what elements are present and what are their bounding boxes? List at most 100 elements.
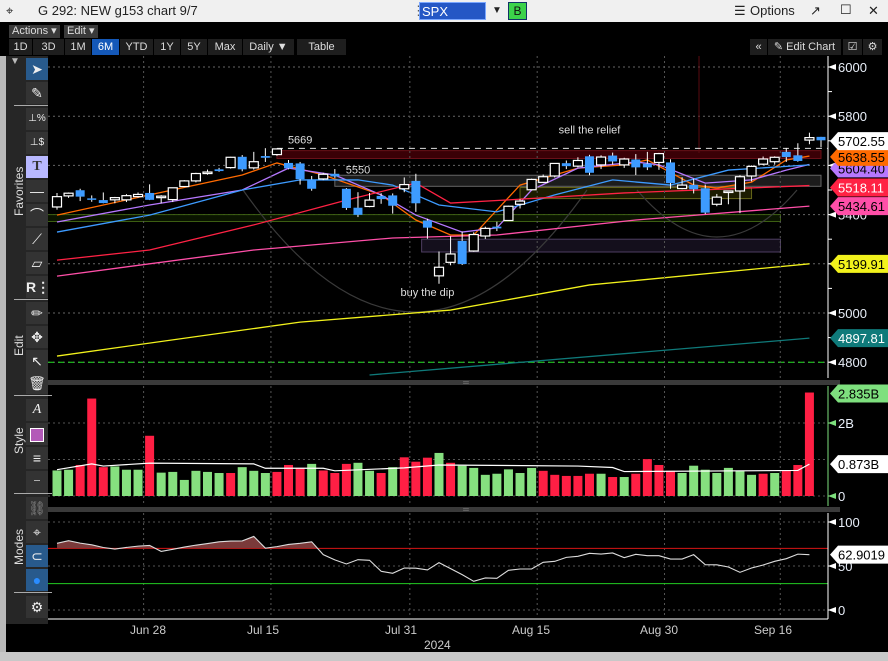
x-label: Sep 16 xyxy=(754,623,793,637)
annotation-label: sell the relief xyxy=(559,124,622,136)
candle-down xyxy=(411,180,421,204)
candle-up xyxy=(179,180,190,188)
candle-up xyxy=(202,171,213,175)
volume-bar xyxy=(538,470,548,496)
volume-bar xyxy=(619,477,629,496)
volume-bar xyxy=(747,474,757,496)
candle-down xyxy=(75,190,85,197)
splitter-handle-icon: ═ xyxy=(462,378,469,387)
volume-bar xyxy=(353,462,363,496)
candle-down xyxy=(307,179,317,189)
axis-label: 2B xyxy=(838,416,854,431)
annotation-label: buy the dip xyxy=(401,287,455,299)
volume-bar xyxy=(156,472,166,496)
volume-bar xyxy=(434,452,444,496)
candle-up xyxy=(653,152,665,164)
year-label: 2024 xyxy=(424,638,451,652)
volume-bar xyxy=(237,467,247,496)
candle-up xyxy=(248,161,259,169)
chart-canvas[interactable]: ═ ═ 5669 5550 sell the relief buy the dip 6000… xyxy=(0,0,888,652)
candle-up xyxy=(51,196,63,208)
rsi-line xyxy=(56,535,810,582)
axis-label: 0 xyxy=(838,489,845,504)
ma-yellow-label: 5199.91 xyxy=(838,257,885,272)
volume-bar xyxy=(457,465,467,496)
volume-bar xyxy=(631,473,641,496)
candle-down xyxy=(584,156,594,173)
candle-down xyxy=(492,226,502,229)
candle-up xyxy=(190,172,202,182)
candle-down xyxy=(793,155,803,161)
volume-bar xyxy=(75,464,85,496)
volume-bar xyxy=(133,469,143,496)
volume-bar xyxy=(365,470,375,496)
candle-up xyxy=(503,205,514,222)
candle-down xyxy=(642,163,652,168)
candle-up xyxy=(468,233,479,252)
candle-up xyxy=(445,253,456,263)
candle-down xyxy=(330,173,340,177)
candle-down xyxy=(284,162,294,169)
candle-up xyxy=(63,192,74,197)
volume-bar xyxy=(226,473,236,496)
candle-up xyxy=(271,148,283,156)
volume-bar xyxy=(666,470,676,496)
volume-bar xyxy=(480,474,490,496)
candle-down xyxy=(666,162,676,184)
volume-bar xyxy=(793,464,803,496)
x-label: Aug 30 xyxy=(640,623,679,637)
x-label: Jul 31 xyxy=(385,623,418,637)
volume-bar xyxy=(214,473,224,496)
candle-up xyxy=(156,195,167,199)
candle-down xyxy=(608,155,618,162)
panel-splitter xyxy=(48,507,840,512)
volume-bar xyxy=(446,462,456,496)
axis-label: 5000 xyxy=(838,306,867,321)
volume-bar xyxy=(422,457,432,496)
candle-down xyxy=(561,163,571,167)
volume-bar xyxy=(376,473,386,496)
volume-bar xyxy=(295,467,305,496)
candle-up xyxy=(109,197,120,201)
volume-bar xyxy=(284,464,294,496)
x-label: Jul 15 xyxy=(247,623,280,637)
volume-bar xyxy=(492,473,502,496)
bottom-strip xyxy=(0,652,888,661)
axis-label: 0 xyxy=(838,603,845,618)
axis-label: 5800 xyxy=(838,109,867,124)
candle-down xyxy=(145,192,155,200)
volume-bar xyxy=(584,473,594,496)
candle-down xyxy=(295,163,305,180)
volume-bar xyxy=(399,457,409,496)
candle-down xyxy=(353,207,363,215)
volume-bar xyxy=(168,471,178,496)
rsi-overbought-fill xyxy=(57,536,318,549)
volume-bar xyxy=(52,470,62,496)
volume-bar xyxy=(64,469,74,496)
candle-up xyxy=(746,165,757,177)
panel-splitter xyxy=(48,380,840,385)
candle-down xyxy=(237,156,247,170)
candle-up xyxy=(619,158,630,166)
candle-up xyxy=(121,195,132,201)
volume-bar xyxy=(110,466,120,496)
x-label: Aug 15 xyxy=(512,623,551,637)
candle-up xyxy=(723,190,734,194)
candle-down xyxy=(781,151,791,158)
axis-label: 6000 xyxy=(838,60,867,75)
ma-orange-label: 5638.55 xyxy=(838,150,885,165)
volume-last-label: 2.835B xyxy=(838,387,879,402)
volume-bar xyxy=(770,473,780,496)
candle-up xyxy=(769,156,780,163)
ma-teal-label: 4897.81 xyxy=(838,331,885,346)
candle-up xyxy=(711,196,722,205)
volume-bar xyxy=(469,467,479,496)
axis-label: 100 xyxy=(838,515,860,530)
volume-bar xyxy=(341,463,351,496)
volume-bar xyxy=(608,477,618,496)
volume-bar xyxy=(330,473,340,496)
volume-bar xyxy=(550,474,560,496)
candle-down xyxy=(631,159,641,168)
last-price-label: 5702.55 xyxy=(838,134,885,149)
volume-bar xyxy=(561,475,571,496)
